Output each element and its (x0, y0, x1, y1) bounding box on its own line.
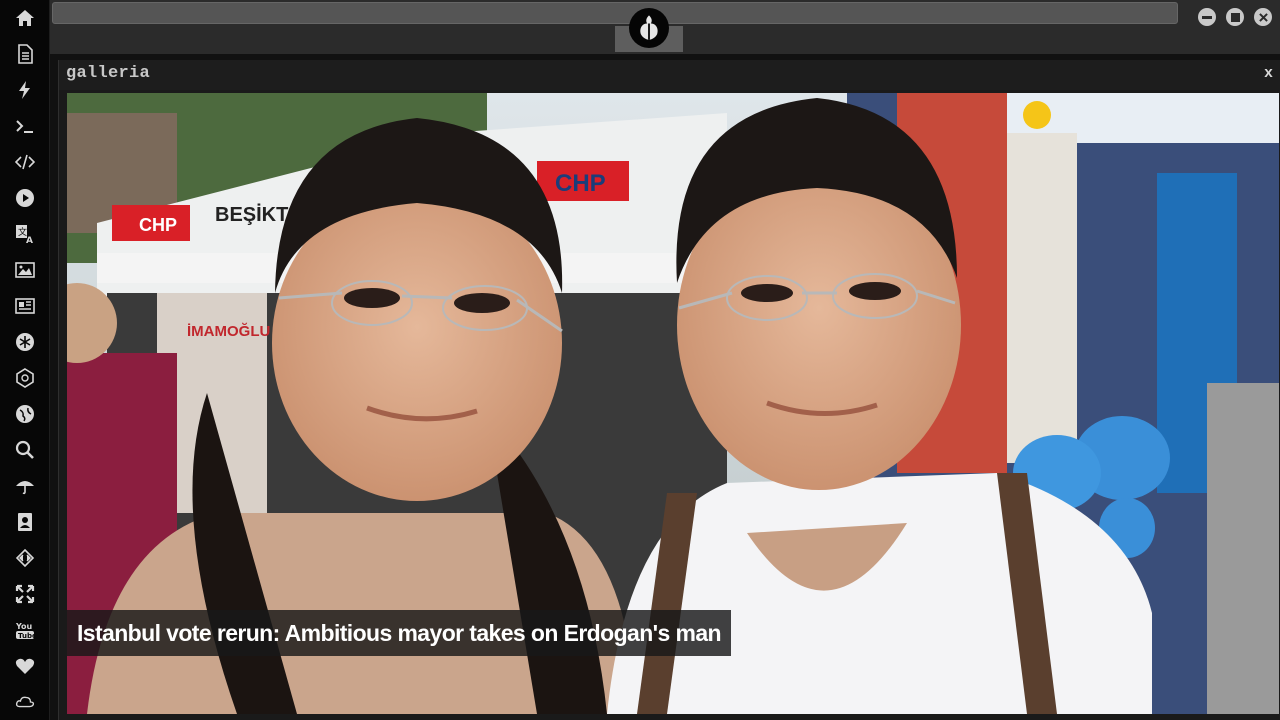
expand-icon[interactable] (14, 583, 36, 605)
gallery-header: galleria x (59, 60, 1280, 90)
play-icon[interactable] (14, 187, 36, 209)
gallery-panel: galleria x CHP BEŞİKTAŞ CHP İMAMOĞLU Ist… (58, 60, 1280, 720)
icon-sidebar: 文A You Tube (0, 0, 50, 720)
empire-emblem-icon[interactable] (14, 367, 36, 389)
rebel-emblem-icon[interactable] (14, 331, 36, 353)
gallery-close-button[interactable]: x (1264, 65, 1273, 82)
translate-icon[interactable]: 文A (14, 223, 36, 245)
window-controls (1198, 8, 1272, 26)
poster-label: İMAMOĞLU (187, 322, 270, 340)
address-bar[interactable] (52, 2, 1178, 24)
umbrella-icon[interactable] (14, 475, 36, 497)
gallery-title: galleria (66, 64, 151, 83)
photo-caption: Istanbul vote rerun: Ambitious mayor tak… (67, 610, 732, 656)
youtube-icon[interactable]: You Tube (14, 619, 36, 641)
close-icon[interactable] (1254, 8, 1272, 26)
gallery-photo[interactable]: CHP BEŞİKTAŞ CHP İMAMOĞLU Istanbul vote … (67, 93, 1279, 714)
newspaper-icon[interactable] (14, 295, 36, 317)
lightning-icon[interactable] (14, 79, 36, 101)
svg-text:You: You (15, 622, 33, 631)
terminal-icon[interactable] (14, 115, 36, 137)
home-icon[interactable] (14, 7, 36, 29)
maximize-icon[interactable] (1226, 8, 1244, 26)
top-bar (50, 0, 1280, 54)
svg-text:A: A (26, 236, 33, 244)
chp-sign-right-label: CHP (555, 170, 606, 197)
image-icon[interactable] (14, 259, 36, 281)
chp-sign-label: CHP (139, 215, 177, 235)
rebel-alliance-logo-icon[interactable] (629, 8, 669, 48)
svg-text:Tube: Tube (18, 632, 35, 640)
search-icon[interactable] (14, 439, 36, 461)
contacts-icon[interactable] (14, 511, 36, 533)
dev-icon[interactable] (14, 547, 36, 569)
document-icon[interactable] (14, 43, 36, 65)
minimize-icon[interactable] (1198, 8, 1216, 26)
globe-icon[interactable] (14, 403, 36, 425)
heart-icon[interactable] (14, 655, 36, 677)
code-icon[interactable] (14, 151, 36, 173)
cloud-icon[interactable] (14, 691, 36, 713)
